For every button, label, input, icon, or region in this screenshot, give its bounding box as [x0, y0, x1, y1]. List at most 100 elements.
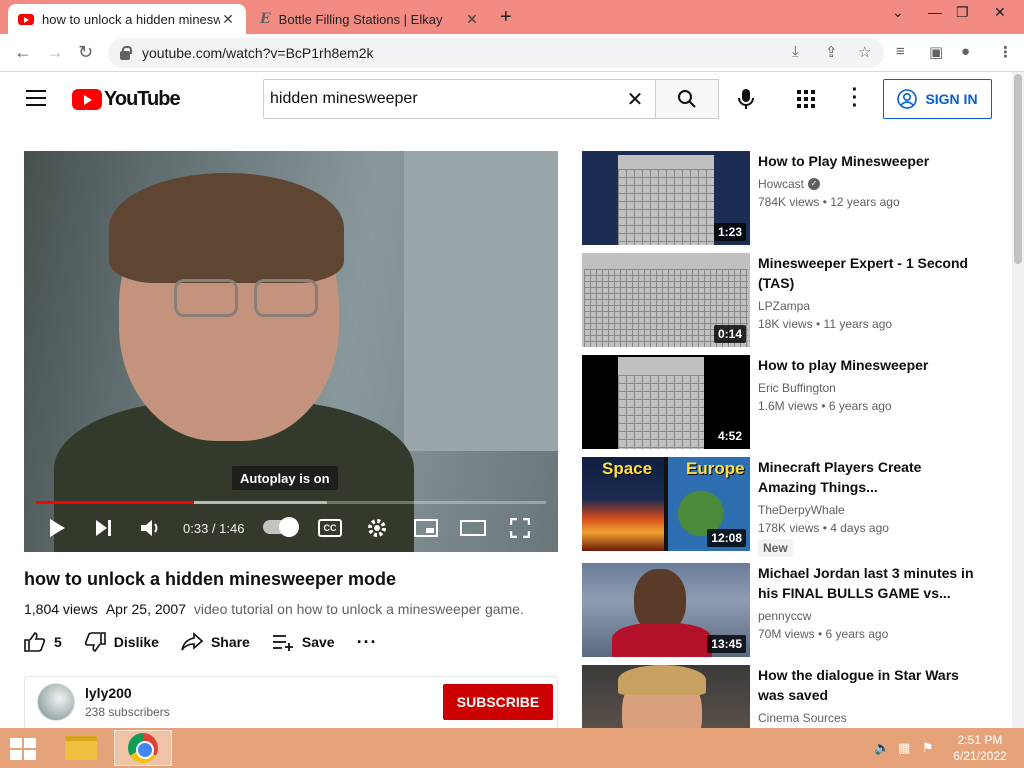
video-duration: 12:08	[707, 529, 746, 547]
video-thumbnail[interactable]: 13:45	[582, 563, 750, 657]
side-panel-icon[interactable]: ▣	[929, 43, 943, 61]
clear-search-icon[interactable]: ✕	[615, 87, 655, 112]
progress-played	[36, 501, 195, 504]
video-thumbnail[interactable]: 1:23	[582, 151, 750, 245]
playlist-add-icon	[272, 635, 293, 651]
restore-icon[interactable]: ❐	[956, 4, 969, 21]
next-video-icon[interactable]	[94, 516, 114, 540]
progress-bar[interactable]	[36, 501, 546, 504]
recommendation-item[interactable]: 0:14 Minesweeper Expert - 1 Second (TAS)…	[582, 253, 1002, 347]
time-display: 0:33 / 1:46	[183, 521, 245, 536]
video-glasses-left	[174, 279, 238, 317]
tab-search-chevron-icon[interactable]: ⌄	[892, 4, 904, 21]
recommendation-item[interactable]: Space Europe 12:08 Minecraft Players Cre…	[582, 457, 1002, 557]
actor-hair-thumb	[618, 665, 706, 695]
back-icon[interactable]: ←	[14, 42, 32, 63]
youtube-header: YouTube ✕ ··· SIGN IN	[0, 72, 1012, 128]
hamburger-menu-icon[interactable]	[26, 90, 46, 106]
tab-youtube[interactable]: how to unlock a hidden minesweeper mode …	[8, 4, 246, 34]
volume-icon[interactable]	[140, 516, 162, 540]
url-field[interactable]: youtube.com/watch?v=BcP1rh8em2k	[108, 38, 884, 68]
like-button[interactable]: 5	[24, 632, 62, 652]
forward-icon[interactable]: →	[46, 42, 64, 63]
player-controls: 0:33 / 1:46 CC	[24, 510, 558, 546]
subscribe-button[interactable]: SUBSCRIBE	[443, 684, 553, 720]
settings-gear-icon[interactable]	[366, 516, 388, 540]
browser-menu-icon[interactable]: ⋮	[998, 43, 1013, 61]
profile-icon[interactable]: ●	[961, 43, 970, 60]
video-background-panel	[404, 151, 558, 451]
channel-row: lyly200 238 subscribers SUBSCRIBE	[24, 676, 558, 728]
share-button[interactable]: Share	[181, 632, 250, 652]
rec-views: 1.6M views • 6 years ago	[758, 399, 892, 413]
share-arrow-icon	[181, 632, 203, 651]
recommendation-item[interactable]: How the dialogue in Star Wars was saved …	[582, 665, 1002, 728]
recommendation-item[interactable]: 4:52 How to play Minesweeper Eric Buffin…	[582, 355, 1002, 449]
video-player[interactable]	[24, 151, 558, 552]
search-input[interactable]	[270, 90, 615, 108]
video-thumbnail[interactable]	[582, 665, 750, 728]
reload-icon[interactable]: ↻	[78, 42, 93, 63]
lock-icon	[120, 45, 132, 60]
volume-muted-icon[interactable]: 🔈	[874, 740, 890, 756]
media-controls-icon[interactable]: ≡	[896, 43, 905, 60]
bookmark-star-icon[interactable]: ☆	[858, 43, 871, 61]
taskbar-clock[interactable]: 2:51 PM 6/21/2022	[945, 732, 1015, 764]
install-icon[interactable]: ⤓	[792, 43, 799, 60]
channel-name[interactable]: lyly200	[85, 685, 132, 701]
share-page-icon[interactable]: ⇪	[825, 43, 838, 61]
windows-start-icon[interactable]	[10, 738, 38, 760]
scrollbar-thumb[interactable]	[1014, 74, 1022, 264]
upload-date: Apr 25, 2007	[105, 601, 186, 617]
recommendation-item[interactable]: 1:23 How to Play Minesweeper Howcast ✓ 7…	[582, 151, 1002, 245]
search-button[interactable]	[655, 79, 719, 119]
miniplayer-icon[interactable]	[414, 516, 438, 540]
logo-text: YouTube	[104, 88, 181, 110]
page-scrollbar[interactable]	[1012, 72, 1024, 728]
youtube-play-logo-icon	[72, 89, 102, 110]
settings-more-icon[interactable]: · · ·	[850, 80, 860, 116]
more-actions-icon[interactable]: ···	[357, 632, 378, 653]
rec-title: Minecraft Players Create Amazing Things.…	[758, 459, 922, 495]
video-thumbnail[interactable]: 0:14	[582, 253, 750, 347]
sign-in-button[interactable]: SIGN IN	[883, 79, 992, 119]
close-tab-icon[interactable]: ✕	[220, 11, 236, 28]
video-title: how to unlock a hidden minesweeper mode	[24, 569, 397, 589]
chrome-taskbar-button[interactable]	[114, 730, 172, 766]
video-duration: 0:14	[713, 325, 746, 343]
save-button[interactable]: Save	[272, 633, 335, 651]
new-tab-icon[interactable]: +	[500, 6, 512, 29]
apps-grid-icon[interactable]	[797, 90, 815, 108]
file-explorer-taskbar-button[interactable]	[52, 730, 110, 766]
minesweeper-grid-thumb	[618, 375, 704, 449]
thumb-text-space: Space	[602, 459, 653, 478]
autoplay-tooltip: Autoplay is on	[232, 466, 338, 490]
video-thumbnail[interactable]: Space Europe 12:08	[582, 457, 750, 551]
browser-tab-bar: how to unlock a hidden minesweeper mode …	[0, 0, 1024, 34]
subscriber-count: 238 subscribers	[85, 705, 170, 719]
youtube-logo[interactable]: YouTube	[72, 88, 181, 111]
tab-elkay[interactable]: E Bottle Filling Stations | Elkay ✕	[250, 4, 490, 34]
channel-avatar[interactable]	[37, 683, 75, 721]
youtube-favicon-icon	[18, 13, 34, 25]
tab-title: Bottle Filling Stations | Elkay	[278, 11, 443, 27]
minimize-icon[interactable]: —	[928, 4, 942, 20]
close-window-icon[interactable]: ✕	[994, 4, 1006, 21]
recommendation-item[interactable]: 13:45 Michael Jordan last 3 minutes in h…	[582, 563, 1002, 657]
play-icon[interactable]	[48, 516, 66, 540]
search-icon	[678, 90, 696, 108]
video-glasses-right	[254, 279, 318, 317]
close-tab-icon[interactable]: ✕	[464, 11, 480, 28]
video-meta: 1,804 views Apr 25, 2007 video tutorial …	[24, 601, 524, 617]
rec-title: How the dialogue in Star Wars was saved	[758, 667, 959, 703]
network-icon[interactable]: ▦	[898, 740, 910, 756]
voice-search-mic-icon[interactable]	[732, 85, 760, 113]
fullscreen-icon[interactable]	[510, 516, 530, 540]
theater-mode-icon[interactable]	[460, 516, 486, 540]
autoplay-toggle[interactable]	[263, 517, 299, 537]
action-center-flag-icon[interactable]: ⚑	[922, 740, 934, 756]
minesweeper-grid-thumb	[618, 169, 714, 245]
video-thumbnail[interactable]: 4:52	[582, 355, 750, 449]
dislike-button[interactable]: Dislike	[84, 632, 159, 652]
captions-icon[interactable]: CC	[318, 519, 342, 537]
